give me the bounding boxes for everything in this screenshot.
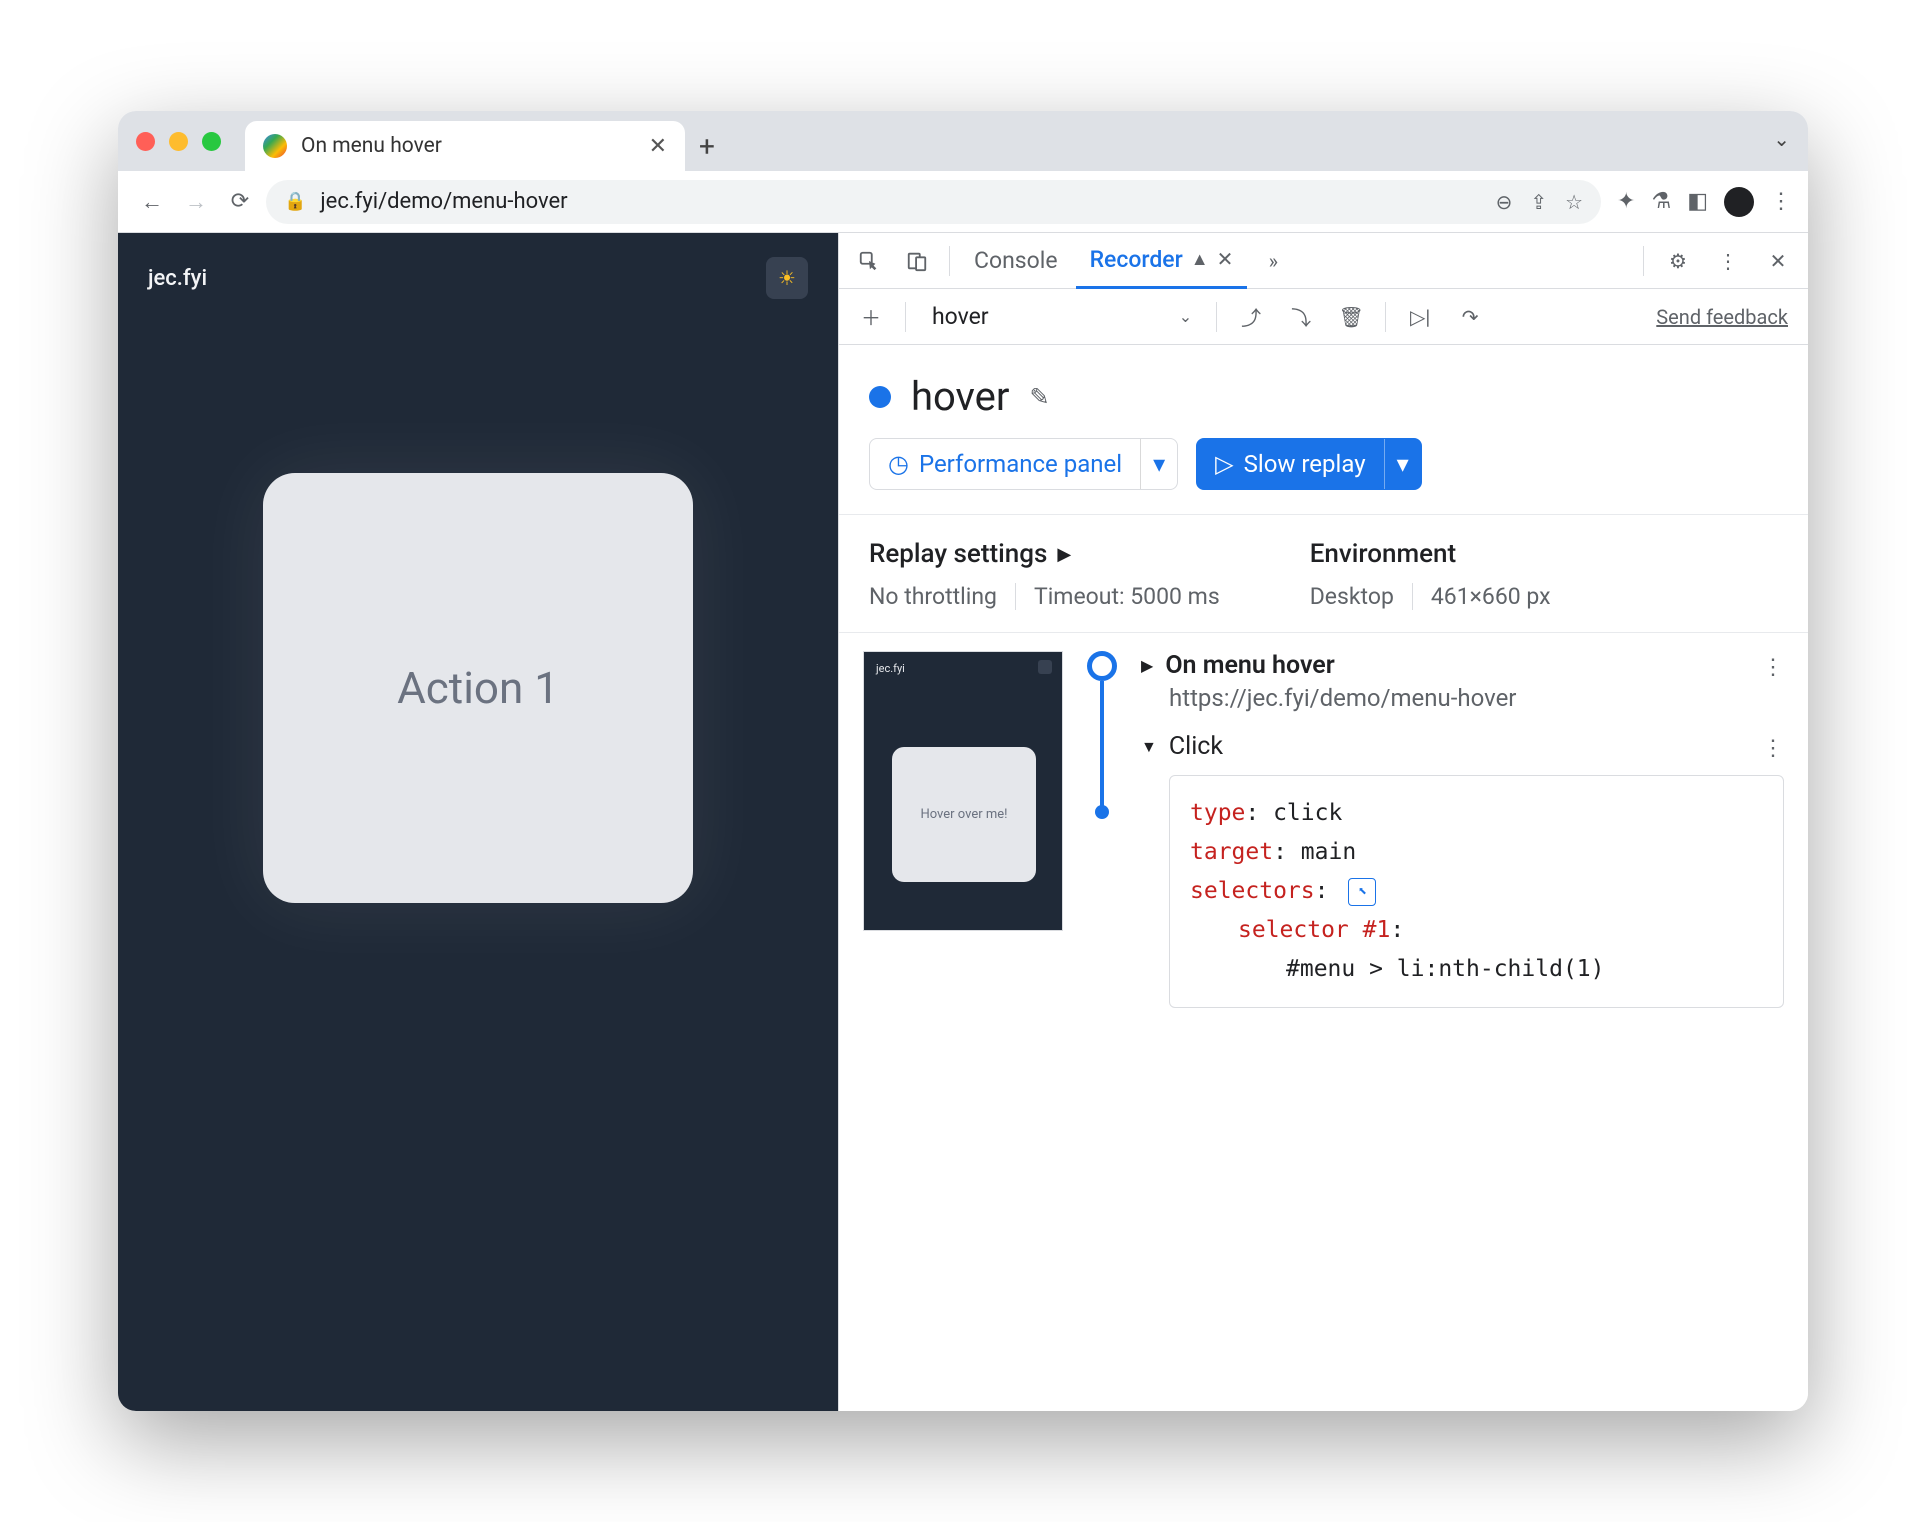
expand-step-icon[interactable]: ▶ bbox=[1141, 656, 1153, 675]
address-bar[interactable]: 🔒 jec.fyi/demo/menu-hover ⊖ ⇪ ☆ bbox=[266, 180, 1601, 224]
browser-toolbar: ← → ⟳ 🔒 jec.fyi/demo/menu-hover ⊖ ⇪ ☆ ✦ … bbox=[118, 171, 1808, 233]
close-panel-icon[interactable]: ✕ bbox=[1217, 247, 1234, 271]
new-recording-button[interactable]: ＋ bbox=[849, 295, 893, 339]
back-button[interactable]: ← bbox=[134, 184, 170, 220]
browser-menu-icon[interactable]: ⋮ bbox=[1770, 189, 1792, 214]
page-viewport: jec.fyi ☀ Action 1 bbox=[118, 233, 838, 1411]
step-menu-icon[interactable]: ⋮ bbox=[1762, 736, 1784, 761]
recording-dropdown-icon[interactable]: ⌄ bbox=[1167, 307, 1204, 326]
devtools-tabbar: Console Recorder ▲ ✕ » ⚙ ⋮ ✕ bbox=[839, 233, 1808, 289]
slow-replay-label: Slow replay bbox=[1244, 450, 1366, 478]
tab-console[interactable]: Console bbox=[960, 233, 1072, 289]
performance-dropdown-icon[interactable]: ▾ bbox=[1140, 439, 1177, 489]
lock-icon: 🔒 bbox=[284, 191, 306, 212]
devtools-panel: Console Recorder ▲ ✕ » ⚙ ⋮ ✕ ＋ hover bbox=[838, 233, 1808, 1411]
settings-gear-icon[interactable]: ⚙ bbox=[1656, 239, 1700, 283]
maximize-window-icon[interactable] bbox=[202, 132, 221, 151]
browser-tab[interactable]: On menu hover ✕ bbox=[245, 121, 685, 171]
sidepanel-icon[interactable]: ◧ bbox=[1687, 189, 1708, 214]
close-tab-icon[interactable]: ✕ bbox=[649, 134, 667, 159]
replay-settings-heading[interactable]: Replay settings ▶ bbox=[869, 539, 1220, 569]
bookmark-icon[interactable]: ☆ bbox=[1565, 190, 1583, 214]
share-icon[interactable]: ⇪ bbox=[1530, 190, 1547, 214]
step-play-icon[interactable]: ▷| bbox=[1398, 295, 1442, 339]
env-dimensions: 461×660 px bbox=[1431, 583, 1551, 610]
device-toggle-icon[interactable] bbox=[895, 239, 939, 283]
throttling-value: No throttling bbox=[869, 583, 997, 610]
thumb-theme-icon bbox=[1038, 660, 1052, 674]
window-controls bbox=[136, 111, 245, 171]
step-details: type: click target: main selectors: ⬉ se… bbox=[1169, 775, 1784, 1008]
action-card[interactable]: Action 1 bbox=[263, 473, 693, 903]
step-navigate-url: https://jec.fyi/demo/menu-hover bbox=[1169, 684, 1784, 712]
pin-icon: ▲ bbox=[1191, 249, 1209, 270]
step-click-title[interactable]: Click bbox=[1169, 732, 1223, 761]
play-icon: ▷ bbox=[1215, 450, 1233, 478]
collapse-step-icon[interactable]: ▼ bbox=[1141, 737, 1157, 757]
edit-title-icon[interactable]: ✎ bbox=[1029, 383, 1049, 411]
env-device: Desktop bbox=[1310, 583, 1394, 610]
send-feedback-link[interactable]: Send feedback bbox=[1656, 305, 1798, 329]
timeout-value: Timeout: 5000 ms bbox=[1034, 583, 1220, 610]
chevron-right-icon: ▶ bbox=[1057, 544, 1071, 565]
step-navigate-title[interactable]: On menu hover bbox=[1165, 651, 1334, 680]
selector-code: #menu > li:nth-child(1) bbox=[1190, 950, 1763, 989]
tab-recorder[interactable]: Recorder ▲ ✕ bbox=[1076, 233, 1248, 289]
url-text: jec.fyi/demo/menu-hover bbox=[320, 189, 567, 214]
step-menu-icon[interactable]: ⋮ bbox=[1762, 655, 1784, 680]
recorder-toolbar: ＋ hover ⌄ ⤴ ⤵ 🗑 ▷| ↷ Send feedback bbox=[839, 289, 1808, 345]
tabs-dropdown-icon[interactable]: ⌄ bbox=[1773, 127, 1790, 151]
zoom-icon[interactable]: ⊖ bbox=[1496, 190, 1513, 214]
export-icon[interactable]: ⤴ bbox=[1229, 295, 1273, 339]
environment-heading: Environment bbox=[1310, 539, 1551, 569]
favicon-icon bbox=[263, 134, 287, 158]
performance-panel-label: Performance panel bbox=[919, 450, 1122, 478]
timeline-step-icon bbox=[1095, 805, 1109, 819]
step-over-icon[interactable]: ↷ bbox=[1448, 295, 1492, 339]
profile-avatar[interactable] bbox=[1724, 187, 1754, 217]
forward-button[interactable]: → bbox=[178, 184, 214, 220]
new-tab-button[interactable]: + bbox=[685, 121, 729, 171]
labs-icon[interactable]: ⚗ bbox=[1651, 189, 1671, 214]
inspect-icon[interactable] bbox=[847, 239, 891, 283]
thumb-brand: jec.fyi bbox=[876, 662, 905, 675]
devtools-menu-icon[interactable]: ⋮ bbox=[1706, 239, 1750, 283]
browser-tabbar: On menu hover ✕ + ⌄ bbox=[118, 111, 1808, 171]
slow-replay-button[interactable]: ▷ Slow replay ▾ bbox=[1196, 438, 1421, 490]
page-brand[interactable]: jec.fyi bbox=[148, 266, 207, 291]
recording-select[interactable]: hover bbox=[918, 303, 1003, 330]
tab-title: On menu hover bbox=[301, 134, 442, 158]
more-tabs-icon[interactable]: » bbox=[1251, 239, 1295, 283]
close-devtools-icon[interactable]: ✕ bbox=[1756, 239, 1800, 283]
timeline-start-icon bbox=[1087, 651, 1117, 681]
gauge-icon: ◷ bbox=[888, 450, 909, 478]
minimize-window-icon[interactable] bbox=[169, 132, 188, 151]
pick-selector-icon[interactable]: ⬉ bbox=[1348, 878, 1376, 906]
reload-button[interactable]: ⟳ bbox=[222, 184, 258, 220]
close-window-icon[interactable] bbox=[136, 132, 155, 151]
extensions-icon[interactable]: ✦ bbox=[1617, 189, 1635, 214]
theme-toggle-button[interactable]: ☀ bbox=[766, 257, 808, 299]
delete-icon[interactable]: 🗑 bbox=[1329, 295, 1373, 339]
step-timeline bbox=[1085, 651, 1119, 1028]
recording-title: hover bbox=[911, 373, 1009, 420]
replay-dropdown-icon[interactable]: ▾ bbox=[1384, 439, 1421, 489]
tab-recorder-label: Recorder bbox=[1090, 246, 1183, 273]
import-icon[interactable]: ⤵ bbox=[1279, 295, 1323, 339]
performance-panel-button[interactable]: ◷ Performance panel ▾ bbox=[869, 438, 1178, 490]
step-thumbnail: jec.fyi Hover over me! bbox=[863, 651, 1063, 931]
recording-status-icon bbox=[869, 386, 891, 408]
thumb-card: Hover over me! bbox=[892, 747, 1036, 882]
